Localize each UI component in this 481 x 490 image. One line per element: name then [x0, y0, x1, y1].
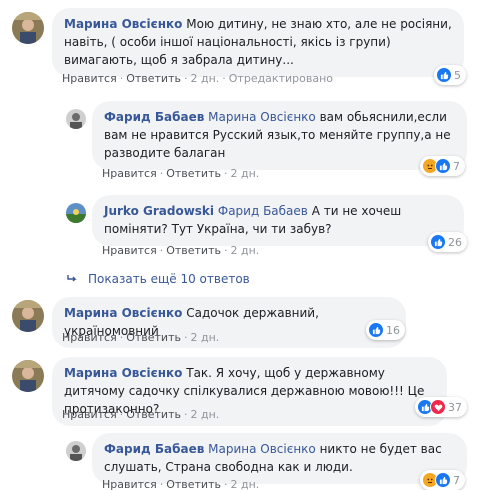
like-button[interactable]: Нравится [62, 331, 117, 344]
like-reaction-icon [430, 234, 446, 250]
reaction-summary[interactable]: 5 [434, 65, 466, 85]
timestamp[interactable]: 2 дн. [190, 72, 219, 85]
like-reaction-icon [435, 158, 451, 174]
like-reaction-icon [436, 67, 452, 83]
reaction-summary[interactable]: 16 [366, 320, 405, 340]
like-button[interactable]: Нравится [102, 478, 157, 490]
comment-actions: Нравится · Ответить · 2 дн. [102, 478, 260, 490]
reaction-count: 37 [448, 400, 462, 414]
show-more-replies-label: Показать ещё 10 ответов [88, 272, 250, 286]
timestamp[interactable]: 2 дн. [230, 167, 259, 180]
show-more-replies-link[interactable]: Показать ещё 10 ответов [66, 272, 250, 286]
reaction-count: 7 [453, 473, 460, 487]
comment-author[interactable]: Фарид Бабаев [104, 442, 204, 456]
reaction-count: 5 [454, 68, 461, 82]
reaction-summary[interactable]: 26 [428, 232, 467, 252]
comment-actions: Нравится · Ответить · 2 дн. [102, 244, 260, 257]
avatar[interactable] [12, 300, 44, 332]
comment-author[interactable]: Фарид Бабаев [104, 110, 204, 124]
like-reaction-icon [435, 472, 451, 488]
reply-button[interactable]: Ответить [126, 72, 181, 85]
reply-button[interactable]: Ответить [166, 167, 221, 180]
comment-author[interactable]: Марина Овсієнко [64, 366, 182, 380]
comment-author[interactable]: Марина Овсієнко [64, 306, 182, 320]
mention-tag[interactable]: Марина Овсієнко [208, 110, 316, 124]
avatar[interactable] [66, 441, 86, 461]
reaction-count: 16 [386, 323, 400, 337]
reaction-count: 7 [453, 159, 460, 173]
avatar[interactable] [66, 203, 86, 223]
reaction-summary[interactable]: 7 [420, 470, 465, 490]
timestamp[interactable]: 2 дн. [230, 478, 259, 490]
comment-author[interactable]: Марина Овсієнко [64, 17, 182, 31]
reply-button[interactable]: Ответить [166, 478, 221, 490]
avatar[interactable] [12, 360, 44, 392]
comment-actions: Нравится · Ответить · 2 дн. [62, 408, 220, 421]
like-button[interactable]: Нравится [62, 72, 117, 85]
like-button[interactable]: Нравится [102, 167, 157, 180]
reaction-summary[interactable]: 7 [420, 156, 465, 176]
love-reaction-icon [430, 399, 446, 415]
timestamp[interactable]: 2 дн. [230, 244, 259, 257]
reply-arrow-icon [67, 275, 77, 282]
like-button[interactable]: Нравится [102, 244, 157, 257]
reply-button[interactable]: Ответить [126, 331, 181, 344]
comment-bubble: Фарид Бабаев Марина Овсієнко никто не бу… [92, 433, 467, 484]
comment-bubble: Jurko Gradowski Фарид Бабаев А ти не хоч… [92, 195, 464, 246]
like-reaction-icon [368, 322, 384, 338]
comment-bubble: Фарид Бабаев Марина Овсієнко вам обьясни… [92, 101, 467, 170]
reply-button[interactable]: Ответить [166, 244, 221, 257]
reaction-count: 26 [448, 235, 462, 249]
comment-bubble: Марина Овсієнко Мою дитину, не знаю хто,… [52, 8, 464, 77]
mention-tag[interactable]: Фарид Бабаев [218, 204, 308, 218]
comment-actions: Нравится · Ответить · 2 дн. · Отредактировано [62, 72, 333, 85]
reaction-summary[interactable]: 37 [415, 397, 467, 417]
reply-button[interactable]: Ответить [126, 408, 181, 421]
avatar[interactable] [66, 109, 86, 129]
like-button[interactable]: Нравится [62, 408, 117, 421]
edited-label[interactable]: Отредактировано [229, 72, 333, 85]
avatar[interactable] [12, 12, 44, 44]
mention-tag[interactable]: Марина Овсієнко [208, 442, 316, 456]
timestamp[interactable]: 2 дн. [190, 408, 219, 421]
comment-author[interactable]: Jurko Gradowski [104, 204, 214, 218]
comment-actions: Нравится · Ответить · 2 дн. [62, 331, 220, 344]
timestamp[interactable]: 2 дн. [190, 331, 219, 344]
comment-actions: Нравится · Ответить · 2 дн. [102, 167, 260, 180]
